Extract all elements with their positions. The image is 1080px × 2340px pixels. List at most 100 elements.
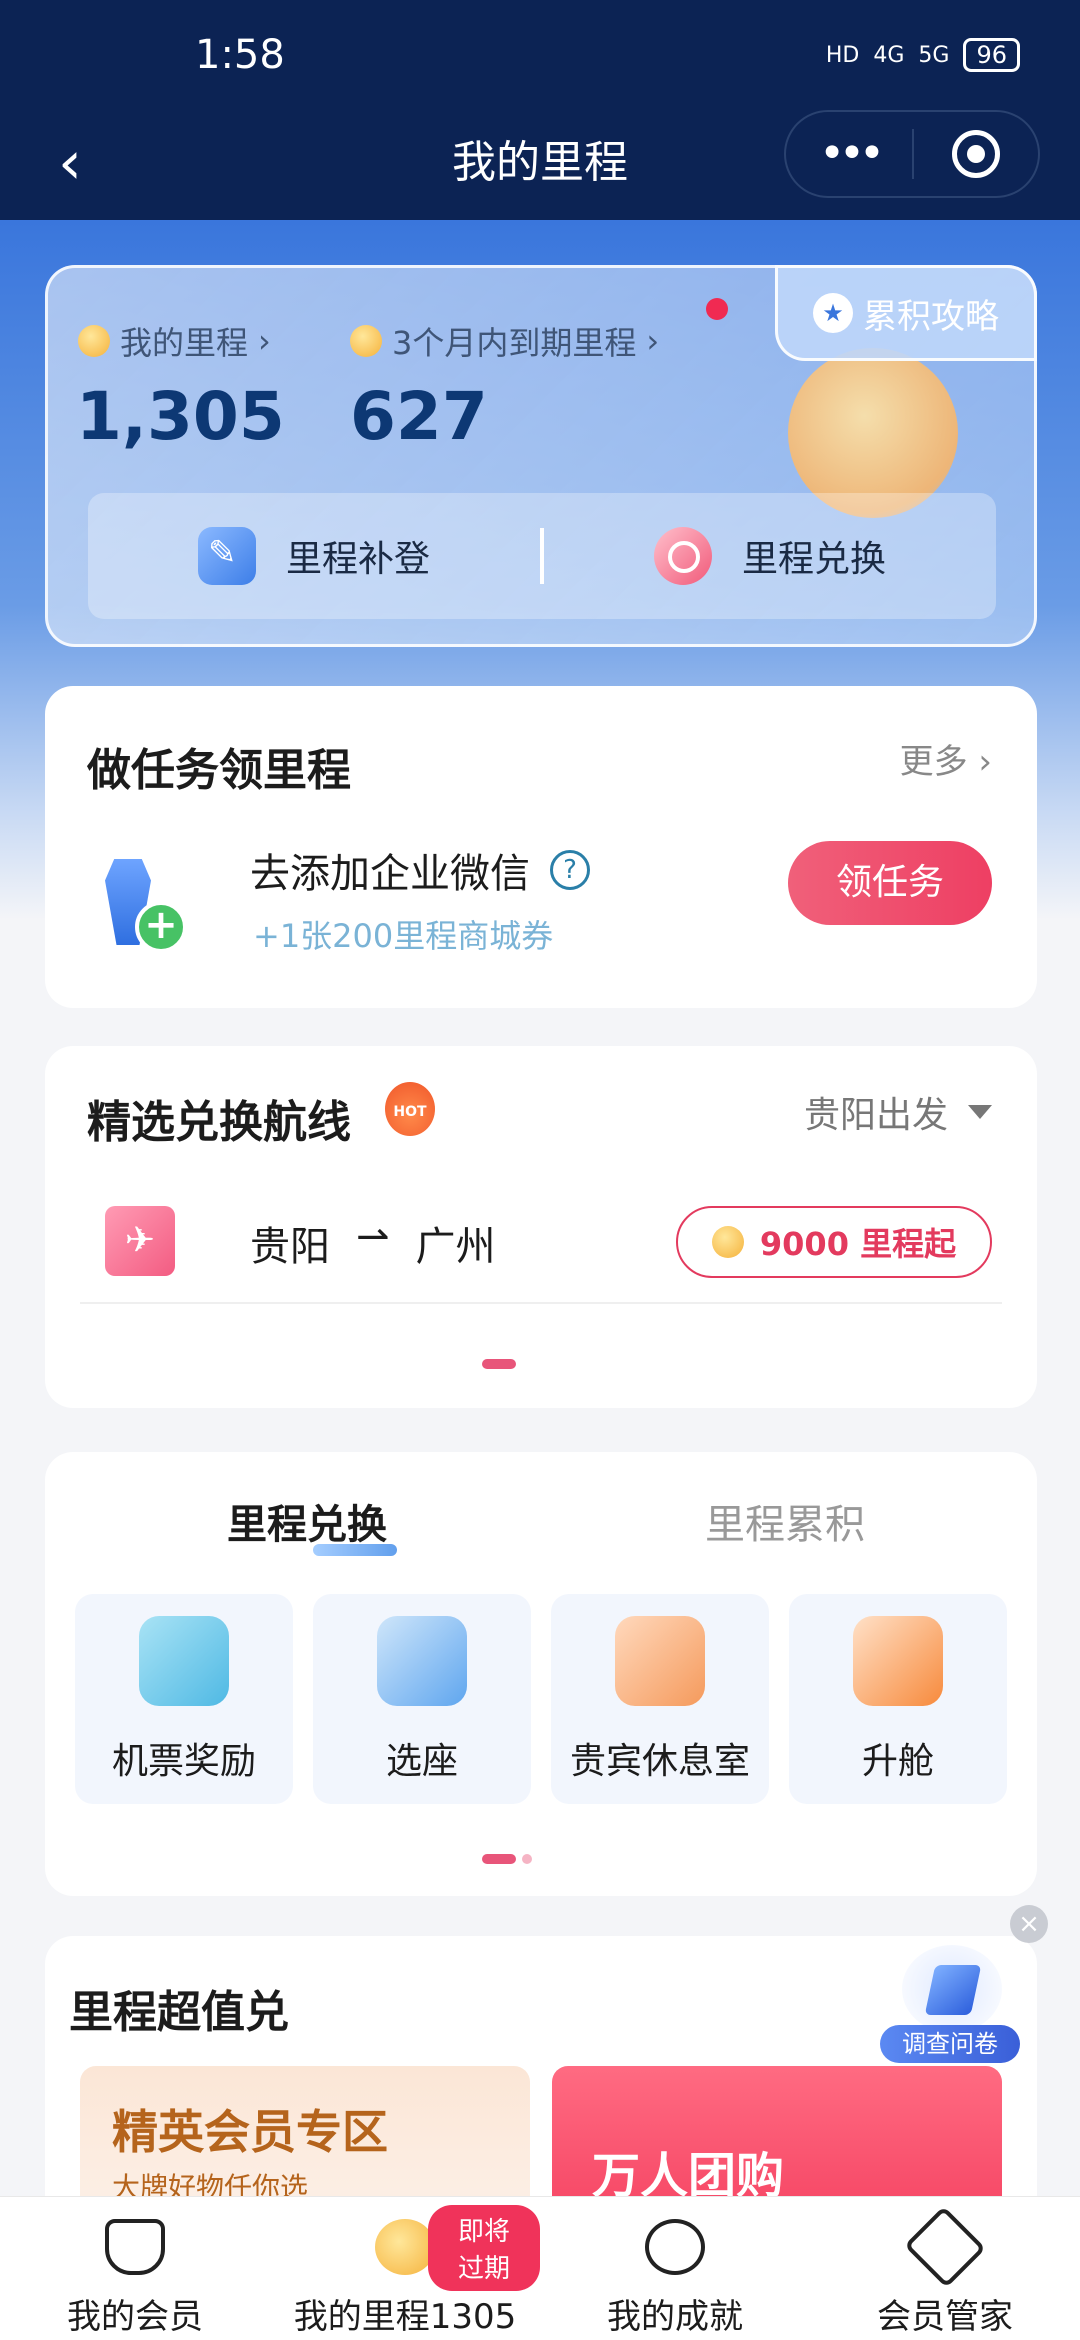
routes-section-title: 精选兑换航线 — [87, 1097, 351, 1148]
more-icon[interactable]: ••• — [786, 132, 912, 176]
banner-title: 精英会员专区 — [112, 2105, 388, 2159]
tile-vip-lounge[interactable]: 贵宾休息室 — [551, 1594, 769, 1804]
close-mini-program-button[interactable] — [914, 130, 1038, 178]
tab-label: 会员管家 — [877, 2297, 1013, 2337]
miles-card: ★ 累积攻略 我的里程 › 1,305 3个月内到期里程 › 627 里程补登 … — [45, 265, 1037, 647]
tab-label: 我的里程1305 — [293, 2297, 517, 2337]
notification-dot — [706, 298, 728, 320]
coin-icon — [78, 325, 110, 357]
seat-icon — [377, 1616, 467, 1706]
tab-miles-accumulate[interactable]: 里程累积 — [705, 1492, 865, 1550]
task-name-label: 去添加企业微信 — [250, 851, 530, 897]
tile-label: 升舱 — [861, 1741, 934, 1782]
bottom-tab-bar: 我的会员 即将过期 我的里程1305 我的成就 会员管家 — [0, 2196, 1080, 2340]
miles-claim-label: 里程补登 — [285, 539, 430, 580]
status-icons: HD 4G 5G 96 — [826, 38, 1020, 72]
nav-bar: ‹ 我的里程 ••• — [0, 110, 1080, 220]
task-section-title: 做任务领里程 — [87, 745, 351, 796]
chevron-right-icon: › — [978, 742, 992, 782]
edit-icon — [197, 527, 256, 585]
expiring-miles-label: 3个月内到期里程 — [392, 324, 637, 362]
survey-icon — [902, 1945, 1002, 2033]
plane-icon: ✈ — [105, 1206, 175, 1276]
super-section-title: 里程超值兑 — [69, 1987, 289, 2038]
route-miles-label: 9000 里程起 — [759, 1225, 957, 1263]
exchange-grid: 机票奖励 选座 贵宾休息室 升舱 — [75, 1594, 1007, 1804]
tile-label: 贵宾休息室 — [569, 1741, 750, 1782]
sofa-icon — [615, 1616, 705, 1706]
tab-my-membership[interactable]: 我的会员 — [0, 2197, 270, 2340]
miles-claim-button[interactable]: 里程补登 — [88, 527, 540, 585]
routes-card: 精选兑换航线 HOT 贵阳出发 ✈ 贵阳 ⇀ 广州 9000 里程起 — [45, 1046, 1037, 1408]
survey-float-button[interactable]: 调查问卷 — [880, 1945, 1020, 2065]
tile-ticket-reward[interactable]: 机票奖励 — [75, 1594, 293, 1804]
target-icon — [951, 130, 1000, 178]
signal-5g-icon: 5G — [918, 42, 950, 68]
indicator-inactive — [522, 1854, 532, 1864]
coins-icon — [375, 2219, 435, 2275]
coin-icon — [350, 325, 382, 357]
exchange-card: 里程兑换 里程累积 机票奖励 选座 贵宾休息室 升舱 — [45, 1452, 1037, 1896]
tile-label: 机票奖励 — [111, 1741, 256, 1782]
accumulate-guide-tab[interactable]: ★ 累积攻略 — [775, 265, 1037, 361]
status-bar: 1:58 HD 4G 5G 96 — [0, 0, 1080, 110]
tab-miles-exchange[interactable]: 里程兑换 — [227, 1492, 397, 1556]
tile-label: 选座 — [385, 1741, 458, 1782]
plus-icon: + — [135, 901, 187, 953]
crown-icon — [105, 2219, 165, 2275]
tab-member-butler[interactable]: 会员管家 — [810, 2197, 1080, 2340]
miles-actions: 里程补登 里程兑换 — [88, 493, 996, 619]
tile-seat-select[interactable]: 选座 — [313, 1594, 531, 1804]
medal-icon — [645, 2219, 705, 2275]
route-miles-button[interactable]: 9000 里程起 — [676, 1206, 992, 1278]
mini-program-capsule: ••• — [784, 110, 1040, 198]
guide-icon: ★ — [813, 293, 853, 333]
miles-redeem-button[interactable]: 里程兑换 — [544, 527, 996, 585]
more-label: 更多 — [899, 742, 968, 782]
ticket-gift-icon — [139, 1616, 229, 1706]
tab-label: 我的会员 — [67, 2297, 203, 2337]
clock-icon — [653, 527, 712, 585]
survey-label: 调查问卷 — [880, 2025, 1020, 2063]
task-card: 做任务领里程 更多 › + 去添加企业微信 ? +1张200里程商城券 领任务 — [45, 686, 1037, 1008]
my-miles-link[interactable]: 我的里程 › — [78, 318, 271, 364]
indicator-active — [482, 1854, 516, 1864]
hot-icon: HOT — [385, 1082, 435, 1136]
tab-my-achievements[interactable]: 我的成就 — [540, 2197, 810, 2340]
my-miles-label: 我的里程 — [120, 324, 249, 362]
departure-select[interactable]: 贵阳出发 — [804, 1086, 992, 1138]
my-miles-value: 1,305 — [76, 378, 285, 455]
expiring-badge: 即将过期 — [428, 2205, 540, 2291]
status-time: 1:58 — [195, 32, 285, 78]
signal-4g-icon: 4G — [873, 42, 905, 68]
route-to: 广州 — [415, 1224, 496, 1270]
guide-label: 累积攻略 — [863, 296, 999, 337]
expiring-miles-link[interactable]: 3个月内到期里程 › — [350, 318, 659, 364]
route-from: 贵阳 — [250, 1224, 330, 1270]
tile-upgrade[interactable]: 升舱 — [789, 1594, 1007, 1804]
route-arrow-icon: ⇀ — [356, 1214, 390, 1260]
carousel-indicator — [482, 1854, 532, 1864]
hd-icon: HD — [825, 42, 860, 68]
close-icon[interactable]: × — [1010, 1905, 1048, 1943]
tab-my-miles[interactable]: 即将过期 我的里程1305 — [270, 2197, 540, 2340]
task-name: 去添加企业微信 ? — [250, 841, 590, 899]
miles-redeem-label: 里程兑换 — [741, 539, 886, 580]
plane-badge-icon — [903, 2205, 987, 2289]
get-task-button[interactable]: 领任务 — [788, 841, 992, 925]
divider — [80, 1302, 1002, 1304]
upgrade-seat-icon — [853, 1616, 943, 1706]
expiring-miles-value: 627 — [350, 378, 488, 455]
caret-down-icon — [968, 1105, 992, 1119]
route-item[interactable]: 贵阳 ⇀ 广州 — [250, 1214, 496, 1272]
help-icon[interactable]: ? — [550, 850, 590, 890]
departure-label: 贵阳出发 — [803, 1095, 948, 1136]
battery-icon: 96 — [963, 38, 1020, 72]
chevron-right-icon: › — [646, 322, 660, 360]
task-reward: +1张200里程商城券 — [253, 917, 554, 955]
carousel-indicator — [482, 1359, 516, 1369]
chevron-right-icon: › — [258, 322, 271, 360]
tab-label: 我的成就 — [607, 2297, 743, 2337]
wecom-task-icon: + — [97, 851, 189, 953]
task-more-link[interactable]: 更多 › — [900, 734, 992, 783]
